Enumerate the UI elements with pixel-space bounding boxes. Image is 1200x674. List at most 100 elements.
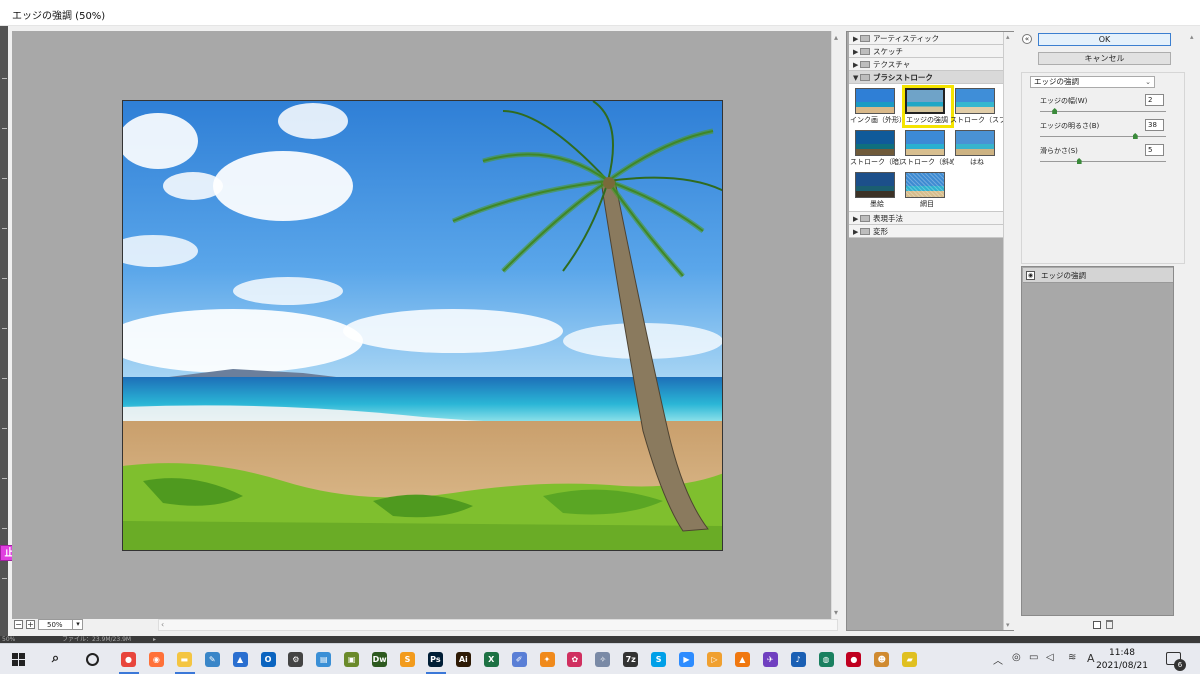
filter-thumb-ink-outlines[interactable]: インク画（外形） [850,86,904,130]
status-menu-arrow-icon[interactable]: ▸ [153,636,156,643]
search-icon[interactable]: ⌕ [48,652,63,667]
filter-thumb-dark-strokes[interactable]: ストローク（暗） [850,128,904,172]
filter-thumb-accented-edges[interactable]: エッジの強調 [902,85,954,130]
notification-count-badge: 6 [1174,659,1186,671]
slider-track[interactable] [1040,161,1166,162]
filter-select[interactable]: エッジの強調 ⌄ [1030,76,1155,88]
scroll-left-arrow-icon[interactable]: ‹ [161,620,164,629]
taskbar-app-file-explorer-icon[interactable]: ▬ [176,652,192,667]
taskbar-app-skype-icon[interactable]: S [651,652,667,667]
thumbnail-label: エッジの強調 [906,116,948,124]
taskbar-app-ai-icon[interactable]: Ai [455,652,471,667]
task-view-icon[interactable] [86,653,99,666]
category-brush-strokes[interactable]: ▼ ブラシストローク [849,71,1003,84]
taskbar-app-photos-icon[interactable]: ▲ [232,652,248,667]
preview-area[interactable] [12,31,831,619]
taskbar-app-wand-icon[interactable]: ✧ [595,652,611,667]
filter-thumb-crosshatch[interactable]: 網目 [902,170,950,214]
taskbar-clock[interactable]: 11:48 2021/08/21 [1092,647,1152,673]
taskbar-app-sphere-icon[interactable]: ◍ [818,652,834,667]
category-label: アーティスティック [873,34,940,43]
speaker-icon[interactable]: ◁ [1046,652,1054,663]
slider-track[interactable] [1040,136,1166,137]
category-label: スケッチ [873,47,903,56]
thumbnail-image [955,88,995,114]
preview-horizontal-scrollbar[interactable]: ‹ [158,619,838,631]
taskbar-app-7z-icon[interactable]: 7z [623,652,639,667]
tray-app-icon[interactable]: ◎ [1012,652,1021,663]
zoom-out-button[interactable]: − [14,620,23,629]
battery-icon[interactable]: ▭ [1029,652,1038,663]
taskbar-app-bird-icon[interactable]: ✈ [762,652,778,667]
slider-track[interactable] [1040,111,1166,112]
category-stylize[interactable]: ▶ 表現手法 [849,212,1003,225]
effect-layer-row[interactable]: ◉ エッジの強調 [1023,268,1173,283]
scroll-up-arrow-icon[interactable]: ▴ [834,33,838,42]
filter-settings-panel: エッジの強調 ⌄ エッジの幅(W) 2 エッジの明るさ(B) 38 滑らかさ(S… [1021,72,1185,264]
eye-visibility-icon[interactable]: ◉ [1026,271,1035,280]
filter-thumb-sumi-e[interactable]: 墨絵 [852,170,900,214]
beach-palm-image [123,101,722,550]
scroll-down-arrow-icon[interactable]: ▾ [1006,621,1010,629]
thumbnail-label: はね [970,158,984,166]
param-value-input[interactable]: 38 [1145,119,1164,131]
taskbar-app-game-icon[interactable]: ▣ [344,652,360,667]
wifi-icon[interactable]: ≋ [1068,652,1076,663]
slider-knob[interactable] [1076,158,1082,164]
taskbar-app-ps-icon[interactable]: Ps [427,652,443,667]
taskbar-app-excel-icon[interactable]: X [483,652,499,667]
preview-vertical-scrollbar[interactable]: ▴ ▾ [831,31,843,619]
param-value-input[interactable]: 2 [1145,94,1164,106]
new-effect-layer-icon[interactable] [1093,621,1101,629]
thumbnail-label: ストローク（スプレー） [950,116,1004,124]
trash-icon[interactable] [1106,620,1113,629]
filter-thumb-angled-strokes[interactable]: ストローク（斜め） [900,128,954,172]
preview-image[interactable] [122,100,723,551]
category-sketch[interactable]: ▶ スケッチ [849,45,1003,58]
category-artistic[interactable]: ▶ アーティスティック [849,32,1003,45]
gallery-vertical-scrollbar[interactable]: ▴ ▾ [1003,32,1014,630]
taskbar-app-sublime-icon[interactable]: S [400,652,415,667]
taskbar-app-music-icon[interactable]: ♪ [790,652,806,667]
filter-thumb-splash[interactable]: はね [952,128,1000,172]
slider-knob[interactable] [1132,133,1138,139]
taskbar-app-cat-icon[interactable]: ☻ [874,652,890,667]
taskbar-app-chrome-icon[interactable]: ● [121,652,136,667]
taskbar-app-dw-icon[interactable]: Dw [372,652,388,667]
category-texture[interactable]: ▶ テクスチャ [849,58,1003,71]
taskbar-app-feather-icon[interactable]: ✿ [567,652,583,667]
taskbar-app-firefox-icon[interactable]: ◉ [148,652,164,667]
taskbar-app-control-panel-icon[interactable]: ▤ [316,652,332,667]
taskbar-app-butterfly-icon[interactable]: ✦ [539,652,555,667]
taskbar-app-zoom-icon[interactable]: ▶ [679,652,694,667]
taskbar-app-outlook-icon[interactable]: O [260,652,276,667]
slider-knob[interactable] [1052,108,1058,114]
thumbnail-label: ストローク（斜め） [900,158,954,166]
cancel-button[interactable]: キャンセル [1038,52,1171,65]
scroll-down-arrow-icon[interactable]: ▾ [834,608,838,617]
taskbar-app-pen-tool-icon[interactable]: ✎ [204,652,220,667]
zoom-controls: − + 50% ▾ ‹ [12,619,843,631]
taskbar-app-sticky-icon[interactable]: ▰ [902,652,918,667]
scroll-up-arrow-icon[interactable]: ▴ [1006,33,1010,41]
chevron-up-icon[interactable]: ︿ [993,652,1003,667]
taskbar-app-tool-icon[interactable]: ✐ [511,652,527,667]
taskbar-app-settings-icon[interactable]: ⚙ [288,652,304,667]
taskbar-app-record-icon[interactable]: ● [846,652,862,667]
collapse-gallery-icon[interactable]: « [1022,34,1032,44]
folder-icon [860,215,870,222]
param-value-input[interactable]: 5 [1145,144,1164,156]
category-label: 変形 [873,227,888,236]
windows-start-icon[interactable] [12,653,26,667]
zoom-in-button[interactable]: + [26,620,35,629]
scroll-up-arrow-icon[interactable]: ▴ [1190,33,1194,41]
filter-thumb-spatter[interactable]: ストローク（スプレー） [950,86,1004,130]
ok-button[interactable]: OK [1038,33,1171,46]
zoom-dropdown-icon[interactable]: ▾ [72,619,83,630]
taskbar-app-player-icon[interactable]: ▷ [706,652,722,667]
taskbar-app-vlc-icon[interactable]: ▲ [734,652,750,667]
category-distort[interactable]: ▶ 変形 [849,225,1003,238]
filter-select-value: エッジの強調 [1034,77,1079,86]
right-vertical-scrollbar[interactable]: ▴ [1187,31,1199,261]
param-label: エッジの幅(W) [1040,97,1088,105]
